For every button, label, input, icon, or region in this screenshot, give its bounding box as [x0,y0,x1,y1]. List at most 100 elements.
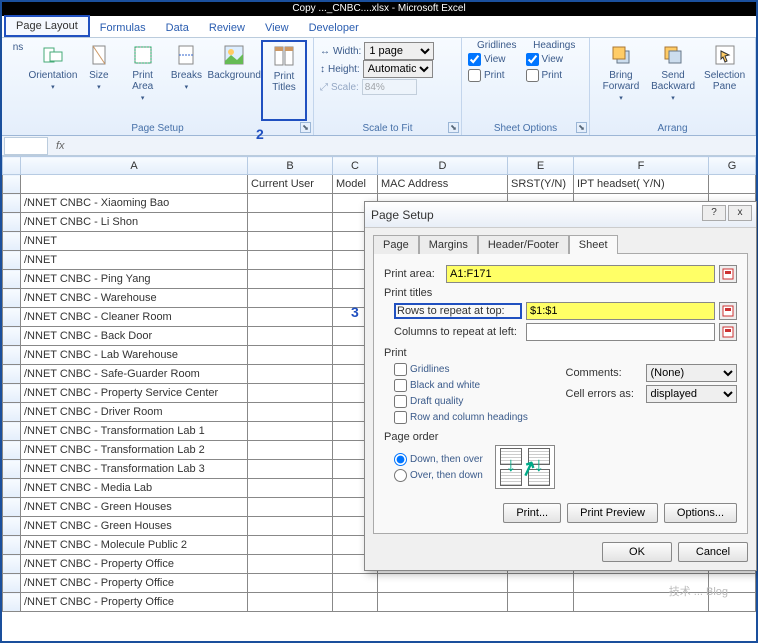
cell[interactable] [248,365,333,384]
dialog-tab-margins[interactable]: Margins [419,235,478,254]
cell[interactable]: /NNET CNBC - Green Houses [21,498,248,517]
tab-page-layout[interactable]: Page Layout [4,15,90,37]
cell[interactable]: /NNET CNBC - Back Door [21,327,248,346]
cell[interactable]: /NNET CNBC - Cleaner Room [21,308,248,327]
cell[interactable] [248,289,333,308]
gridlines-view-checkbox[interactable]: View [468,51,526,67]
cell[interactable]: /NNET CNBC - Safe-Guarder Room [21,365,248,384]
cell[interactable]: /NNET [21,251,248,270]
cell[interactable]: /NNET CNBC - Media Lab [21,479,248,498]
sheet-options-launcher[interactable]: ⬊ [576,122,587,133]
cell[interactable] [248,555,333,574]
col-header[interactable]: B [248,157,333,175]
print-area-button[interactable]: Print Area▾ [120,40,166,121]
dialog-tab-header-footer[interactable]: Header/Footer [478,235,569,254]
collapse-dialog-icon[interactable] [719,265,737,283]
cell[interactable]: /NNET [21,232,248,251]
page-setup-launcher[interactable]: ⬊ [300,122,311,133]
col-header[interactable]: D [378,157,508,175]
table-row[interactable]: Current User Model MAC Address SRST(Y/N)… [3,175,756,194]
cancel-button[interactable]: Cancel [678,542,748,562]
tab-formulas[interactable]: Formulas [90,19,156,37]
print-draft-checkbox[interactable]: Draft quality [394,393,566,409]
tab-data[interactable]: Data [156,19,199,37]
cell[interactable]: /NNET CNBC - Transformation Lab 2 [21,441,248,460]
cell[interactable]: /NNET CNBC - Ping Yang [21,270,248,289]
cell[interactable] [248,422,333,441]
cell[interactable]: /NNET CNBC - Molecule Public 2 [21,536,248,555]
cell[interactable] [248,327,333,346]
cell[interactable]: MAC Address [378,175,508,194]
background-button[interactable]: Background [207,40,261,121]
cell[interactable]: /NNET CNBC - Transformation Lab 3 [21,460,248,479]
print-preview-button[interactable]: Print Preview [567,503,658,523]
cell[interactable] [248,479,333,498]
print-button[interactable]: Print... [503,503,561,523]
column-headers[interactable]: A B C D E F G [3,157,756,175]
dialog-tab-page[interactable]: Page [373,235,419,254]
cell[interactable]: SRST(Y/N) [508,175,574,194]
orientation-button[interactable]: Orientation▾ [28,40,78,121]
tab-developer[interactable]: Developer [299,19,369,37]
table-row[interactable]: /NNET CNBC - Property Office [3,593,756,612]
cell[interactable]: Model [333,175,378,194]
cell[interactable] [248,251,333,270]
cell[interactable] [248,460,333,479]
cell[interactable] [333,574,378,593]
cell[interactable] [248,498,333,517]
gridlines-print-checkbox[interactable]: Print [468,67,526,83]
print-rowcol-checkbox[interactable]: Row and column headings [394,409,566,425]
table-row[interactable]: /NNET CNBC - Property Office [3,574,756,593]
ok-button[interactable]: OK [602,542,672,562]
cell[interactable] [248,232,333,251]
print-gridlines-checkbox[interactable]: Gridlines [394,361,566,377]
col-header[interactable]: G [709,157,756,175]
down-over-radio[interactable]: Down, then over [394,451,483,467]
col-header[interactable]: F [574,157,709,175]
cell[interactable] [248,517,333,536]
cell[interactable]: Current User [248,175,333,194]
errors-select[interactable]: displayed [646,385,738,403]
name-box[interactable] [4,137,48,155]
over-down-radio[interactable]: Over, then down [394,467,483,483]
cell[interactable]: /NNET CNBC - Transformation Lab 1 [21,422,248,441]
cell[interactable] [574,574,709,593]
bring-forward-button[interactable]: Bring Forward ▾ [596,40,646,121]
cell[interactable] [248,441,333,460]
cell[interactable]: /NNET CNBC - Driver Room [21,403,248,422]
cell[interactable] [248,213,333,232]
cell[interactable] [248,536,333,555]
cell[interactable]: /NNET CNBC - Xiaoming Bao [21,194,248,213]
cell[interactable] [709,175,756,194]
cell[interactable] [378,574,508,593]
cell[interactable] [508,574,574,593]
cell[interactable] [248,593,333,612]
dialog-title-bar[interactable]: Page Setup ? x [365,202,756,228]
dialog-help-button[interactable]: ? [702,205,726,221]
cell[interactable]: /NNET CNBC - Green Houses [21,517,248,536]
col-header[interactable]: A [21,157,248,175]
print-titles-button[interactable]: Print Titles [261,40,307,121]
cell[interactable] [248,270,333,289]
dialog-tab-sheet[interactable]: Sheet [569,235,618,254]
cell[interactable] [248,346,333,365]
cell[interactable]: /NNET CNBC - Property Office [21,574,248,593]
comments-select[interactable]: (None) [646,364,738,382]
cell[interactable] [709,593,756,612]
rows-repeat-input[interactable] [526,302,715,320]
cell[interactable] [574,593,709,612]
print-area-input[interactable] [446,265,715,283]
headings-print-checkbox[interactable]: Print [526,67,584,83]
cell[interactable]: IPT headset( Y/N) [574,175,709,194]
cell[interactable] [508,593,574,612]
tab-view[interactable]: View [255,19,299,37]
cell[interactable] [21,175,248,194]
scale-launcher[interactable]: ⬊ [448,122,459,133]
cell[interactable] [248,384,333,403]
cell[interactable] [333,593,378,612]
cell[interactable]: /NNET CNBC - Warehouse [21,289,248,308]
print-bw-checkbox[interactable]: Black and white [394,377,566,393]
size-button[interactable]: Size▾ [78,40,120,121]
cell[interactable] [248,308,333,327]
cell[interactable] [248,403,333,422]
